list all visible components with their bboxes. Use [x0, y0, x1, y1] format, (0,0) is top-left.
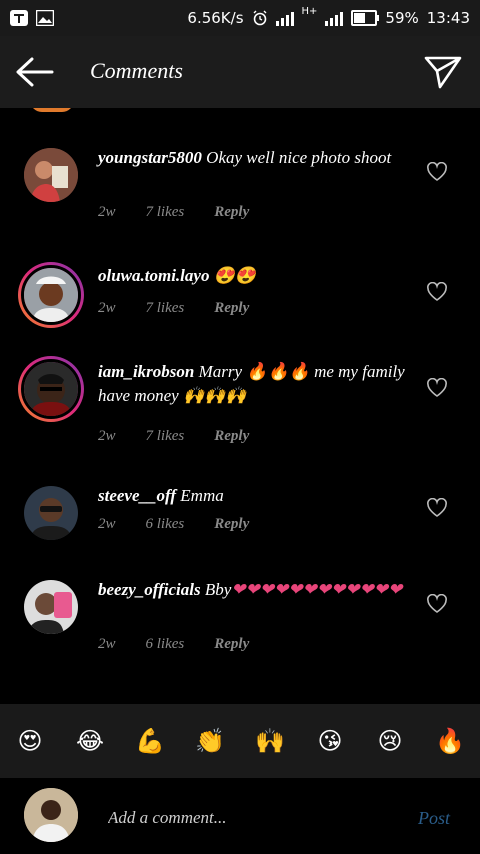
comment-likes[interactable]: 6 likes: [146, 636, 185, 653]
avatar[interactable]: [24, 148, 78, 202]
signal-strength-icon-2: [325, 10, 344, 26]
reply-button[interactable]: Reply: [214, 636, 249, 653]
comment-composer: Post: [0, 778, 480, 854]
gallery-notification-icon: [35, 9, 55, 27]
comment-likes[interactable]: 7 likes: [146, 428, 185, 445]
avatar-story-ring[interactable]: [18, 262, 84, 328]
signal-strength-icon: [275, 10, 294, 26]
status-bar: 6.56K/s H+ 59% 13:43: [0, 0, 480, 36]
comment-meta: 2w 7 likes Reply: [98, 204, 249, 221]
reply-button[interactable]: Reply: [214, 300, 249, 317]
send-direct-icon[interactable]: [424, 54, 462, 90]
comment-meta: 2w 7 likes Reply: [98, 300, 249, 317]
clock: 13:43: [426, 9, 470, 27]
like-heart-icon[interactable]: [426, 281, 448, 302]
battery-percent: 59%: [385, 9, 419, 27]
comment-meta: 2w 6 likes Reply: [98, 516, 249, 533]
avatar-story-ring[interactable]: [18, 356, 84, 422]
like-heart-icon[interactable]: [426, 593, 448, 614]
comments-list[interactable]: youngstar5800 Okay well nice photo shoot…: [0, 108, 480, 704]
raised-hands-emoji-button[interactable]: 🙌: [250, 721, 290, 761]
comment-text: oluwa.tomi.layo 😍😍: [98, 264, 408, 288]
comment-body: Okay well nice photo shoot: [206, 148, 392, 167]
comment-likes[interactable]: 7 likes: [146, 204, 185, 221]
back-arrow-icon[interactable]: [16, 56, 56, 88]
reply-button[interactable]: Reply: [214, 516, 249, 533]
like-heart-icon[interactable]: [426, 161, 448, 182]
raised-hands-emojis: 🙌🙌🙌: [182, 386, 247, 405]
comment-input[interactable]: [106, 802, 400, 834]
avatar-partial: [30, 108, 74, 112]
comment-age: 2w: [98, 204, 116, 220]
battery-icon: [351, 10, 380, 26]
clapping-hands-emoji-button[interactable]: 👏: [190, 721, 230, 761]
heart-eyes-emoji-button[interactable]: 😍: [10, 721, 50, 761]
crying-emoji-button[interactable]: 😢: [370, 721, 410, 761]
kiss-emoji-button[interactable]: 😘: [310, 721, 350, 761]
flexed-biceps-emoji-button[interactable]: 💪: [130, 721, 170, 761]
tears-of-joy-emoji-button[interactable]: 😂: [70, 721, 110, 761]
like-heart-icon[interactable]: [426, 497, 448, 518]
comment-age: 2w: [98, 516, 116, 532]
comment-username[interactable]: oluwa.tomi.layo: [98, 266, 209, 285]
comment-body: Emma: [180, 486, 224, 505]
comment-username[interactable]: steeve__off: [98, 486, 176, 505]
fire-emoji-button[interactable]: 🔥: [430, 721, 470, 761]
comment-text: youngstar5800 Okay well nice photo shoot: [98, 146, 408, 170]
comment-body: 😍😍: [213, 266, 257, 285]
comment-text: iam_ikrobson Marry 🔥🔥🔥 me my family have…: [98, 360, 408, 408]
page-title: Comments: [90, 58, 183, 83]
comment-username[interactable]: iam_ikrobson: [98, 362, 194, 381]
comment-username[interactable]: youngstar5800: [98, 148, 202, 167]
comment-body: Bby: [204, 580, 232, 599]
comment-meta: 2w 7 likes Reply: [98, 428, 249, 445]
reply-button[interactable]: Reply: [214, 204, 249, 221]
avatar[interactable]: [24, 486, 78, 540]
comment-meta: 2w 6 likes Reply: [98, 636, 249, 653]
comment-username[interactable]: beezy_officials: [98, 580, 201, 599]
header-bar: Comments: [0, 36, 480, 108]
network-speed: 6.56K/s: [187, 9, 244, 27]
avatar[interactable]: [24, 580, 78, 634]
comment-likes[interactable]: 7 likes: [146, 300, 185, 317]
fire-emojis: 🔥🔥🔥: [246, 362, 310, 381]
emoji-quick-bar: 😍 😂 💪 👏 🙌 😘 😢 🔥: [0, 704, 480, 778]
post-button[interactable]: Post: [418, 808, 450, 829]
comment-text: steeve__off Emma: [98, 484, 408, 508]
alarm-icon: [252, 10, 268, 26]
network-type: H+: [301, 6, 318, 17]
reply-button[interactable]: Reply: [214, 428, 249, 445]
user-avatar: [24, 788, 78, 842]
comment-age: 2w: [98, 428, 116, 444]
comment-body-start: Marry: [198, 362, 243, 381]
like-heart-icon[interactable]: [426, 377, 448, 398]
comment-age: 2w: [98, 300, 116, 316]
heart-emojis: ❤❤❤❤❤❤❤❤❤❤❤❤: [231, 580, 403, 599]
comment-likes[interactable]: 6 likes: [146, 516, 185, 533]
comment-text: beezy_officials Bby❤❤❤❤❤❤❤❤❤❤❤❤: [98, 578, 408, 602]
app-notification-icon: [10, 10, 28, 26]
comment-age: 2w: [98, 636, 116, 652]
